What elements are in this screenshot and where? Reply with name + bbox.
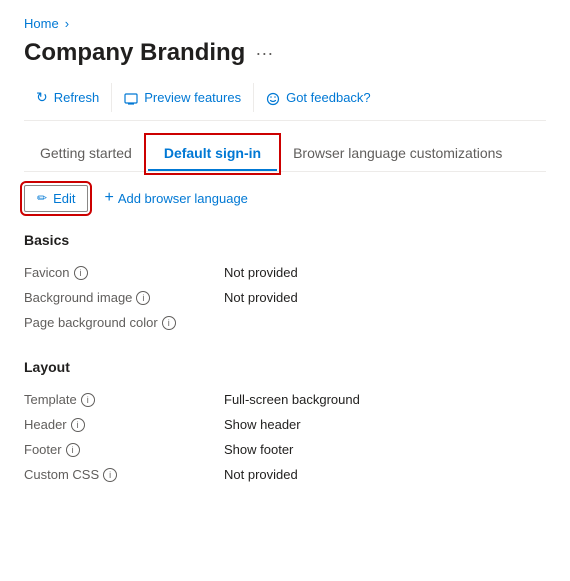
breadcrumb: Home › — [24, 16, 546, 31]
preview-label: Preview features — [144, 90, 241, 105]
property-value: Not provided — [224, 467, 298, 482]
property-list-basics: Favicon iNot providedBackground image iN… — [24, 260, 546, 335]
info-icon[interactable]: i — [81, 393, 95, 407]
section-title-layout: Layout — [24, 359, 546, 375]
info-icon[interactable]: i — [74, 266, 88, 280]
breadcrumb-separator: › — [65, 16, 69, 31]
property-row: Background image iNot provided — [24, 285, 546, 310]
property-label: Page background color i — [24, 315, 224, 330]
edit-button[interactable]: ✏ Edit — [24, 185, 88, 212]
action-bar: ✏ Edit + Add browser language — [24, 184, 546, 212]
property-row: Template iFull-screen background — [24, 387, 546, 412]
refresh-label: Refresh — [54, 90, 100, 105]
property-label: Background image i — [24, 290, 224, 305]
section-layout: LayoutTemplate iFull-screen backgroundHe… — [24, 359, 546, 487]
breadcrumb-home[interactable]: Home — [24, 16, 59, 31]
sections-container: BasicsFavicon iNot providedBackground im… — [24, 232, 546, 487]
info-icon[interactable]: i — [136, 291, 150, 305]
property-value: Not provided — [224, 290, 298, 305]
page-title: Company Branding — [24, 39, 245, 67]
property-label: Footer i — [24, 442, 224, 457]
refresh-icon: ↻ — [36, 89, 48, 106]
add-browser-language-button[interactable]: + Add browser language — [96, 184, 255, 212]
property-value: Full-screen background — [224, 392, 360, 407]
preview-button[interactable]: Preview features — [112, 83, 254, 111]
section-title-basics: Basics — [24, 232, 546, 248]
property-label: Header i — [24, 417, 224, 432]
property-row: Custom CSS iNot provided — [24, 462, 546, 487]
property-row: Header iShow header — [24, 412, 546, 437]
property-row: Page background color i — [24, 310, 546, 335]
preview-icon — [124, 89, 138, 105]
property-row: Footer iShow footer — [24, 437, 546, 462]
property-label: Template i — [24, 392, 224, 407]
info-icon[interactable]: i — [103, 468, 117, 482]
property-value: Not provided — [224, 265, 298, 280]
feedback-label: Got feedback? — [286, 90, 371, 105]
toolbar: ↻ Refresh Preview features Got feedback? — [24, 83, 546, 121]
info-icon[interactable]: i — [162, 316, 176, 330]
info-icon[interactable]: i — [66, 443, 80, 457]
page-title-container: Company Branding ··· — [24, 39, 546, 67]
tabs-container: Getting started Default sign-in Browser … — [24, 137, 546, 172]
property-label: Custom CSS i — [24, 467, 224, 482]
tab-getting-started[interactable]: Getting started — [24, 137, 148, 171]
tab-default-sign-in[interactable]: Default sign-in — [148, 137, 277, 171]
page-title-ellipsis[interactable]: ··· — [255, 43, 273, 64]
info-icon[interactable]: i — [71, 418, 85, 432]
property-value: Show header — [224, 417, 301, 432]
feedback-icon — [266, 89, 280, 105]
edit-icon: ✏ — [37, 191, 47, 205]
property-value: Show footer — [224, 442, 293, 457]
tab-browser-language[interactable]: Browser language customizations — [277, 137, 518, 171]
property-list-layout: Template iFull-screen backgroundHeader i… — [24, 387, 546, 487]
property-label: Favicon i — [24, 265, 224, 280]
add-browser-label: Add browser language — [118, 191, 248, 206]
edit-label: Edit — [53, 191, 75, 206]
refresh-button[interactable]: ↻ Refresh — [24, 83, 112, 112]
add-icon: + — [104, 189, 113, 207]
feedback-button[interactable]: Got feedback? — [254, 83, 383, 111]
section-basics: BasicsFavicon iNot providedBackground im… — [24, 232, 546, 335]
property-row: Favicon iNot provided — [24, 260, 546, 285]
